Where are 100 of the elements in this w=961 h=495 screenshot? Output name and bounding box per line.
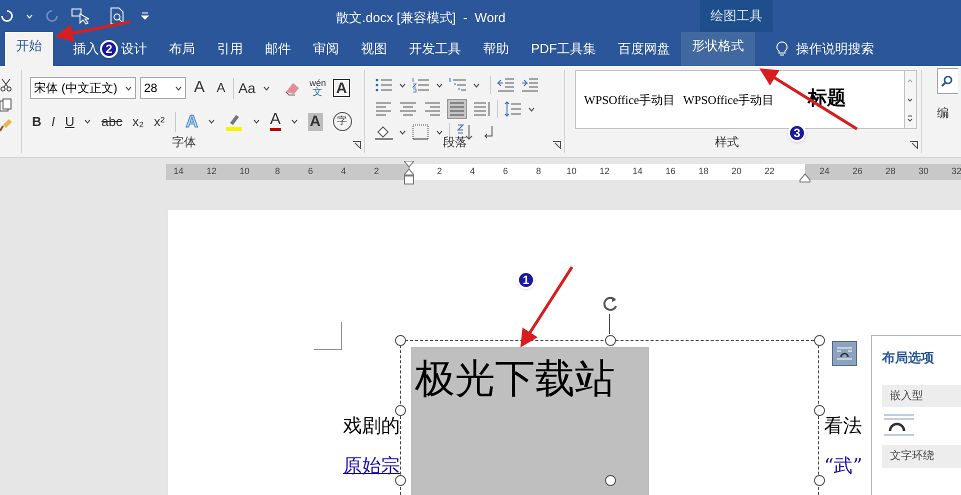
layout-options-button[interactable] <box>832 341 857 366</box>
style-item[interactable]: WPSOffice手动目 <box>584 90 676 108</box>
dropdown-caret-icon[interactable] <box>253 119 260 124</box>
ribbon-tab[interactable]: 邮件 <box>263 37 293 61</box>
text-box[interactable]: 极光下载站 <box>400 340 819 495</box>
ribbon-tab[interactable]: PDF工具集 <box>529 37 598 61</box>
ribbon-tab[interactable]: 设计 <box>119 37 149 61</box>
ribbon-tab[interactable]: 插入 <box>71 37 101 61</box>
dropdown-caret-icon[interactable] <box>473 82 480 88</box>
customize-toolbar-icon[interactable] <box>141 12 149 20</box>
ribbon-tab[interactable]: 开发工具 <box>407 37 463 61</box>
superscript-button[interactable]: x² <box>154 112 165 132</box>
dialog-launcher-icon[interactable] <box>353 141 361 149</box>
ribbon-tab[interactable]: 布局 <box>167 37 197 61</box>
body-text: 戏剧的 <box>343 414 400 439</box>
grow-font-button[interactable]: A <box>190 76 209 100</box>
font-name-combo[interactable]: 宋体 (中文正文) <box>30 77 136 99</box>
group-label: 样式 <box>715 134 739 151</box>
ribbon-tab[interactable]: 百度网盘 <box>616 37 672 61</box>
dropdown-caret-icon[interactable] <box>399 130 406 134</box>
align-center-icon[interactable] <box>399 101 417 117</box>
bold-button[interactable]: B <box>32 112 42 132</box>
dropdown-caret-icon[interactable] <box>208 119 216 124</box>
numbered-list-icon[interactable] <box>412 77 430 93</box>
touch-mode-icon[interactable] <box>71 7 89 25</box>
find-button[interactable] <box>937 68 958 94</box>
copy-icon[interactable] <box>0 98 12 112</box>
ruler-number: 8 <box>534 165 542 178</box>
italic-button[interactable]: I <box>51 112 56 132</box>
right-indent-marker-icon[interactable] <box>799 173 811 183</box>
shading-bucket-icon[interactable] <box>375 124 393 140</box>
indent-marker-icon[interactable] <box>404 161 414 185</box>
ruler-number: 2 <box>436 165 443 178</box>
align-left-icon[interactable] <box>375 101 393 117</box>
borders-icon[interactable] <box>412 124 430 140</box>
undo-icon[interactable] <box>0 9 14 23</box>
tell-me-search[interactable]: 操作说明搜索 <box>796 39 874 59</box>
ruler-number: 26 <box>851 165 864 178</box>
font-color-button[interactable]: A <box>270 112 281 132</box>
ruler-number: 4 <box>340 165 347 178</box>
increase-indent-icon[interactable] <box>521 77 539 93</box>
ruler-number: 4 <box>468 165 476 178</box>
ribbon-tab[interactable]: 审阅 <box>311 37 341 61</box>
ribbon-tab[interactable]: 帮助 <box>481 37 511 61</box>
subscript-button[interactable]: x₂ <box>132 112 144 132</box>
justify-button[interactable] <box>447 99 467 119</box>
group-label: 段落 <box>443 134 467 151</box>
phonetic-guide-button[interactable]: wén 文 <box>306 79 329 97</box>
style-item[interactable]: WPSOffice手动目 <box>683 90 774 108</box>
ruler-number: 14 <box>172 165 184 178</box>
panel-title: 布局选项 <box>882 349 935 367</box>
dropdown-caret-icon[interactable] <box>125 86 132 90</box>
font-size-combo[interactable]: 28 <box>140 77 186 99</box>
ruler-number: 12 <box>598 165 610 178</box>
lightbulb-icon[interactable] <box>776 41 788 57</box>
body-text: 看法 <box>824 414 862 439</box>
shrink-font-button[interactable]: A <box>212 78 230 98</box>
print-preview-icon[interactable] <box>109 7 125 25</box>
dropdown-caret-icon[interactable] <box>528 106 535 112</box>
dialog-launcher-icon[interactable] <box>910 141 918 149</box>
ribbon-tab[interactable]: 开始 <box>5 32 53 66</box>
ribbon-tab[interactable]: 引用 <box>215 37 245 61</box>
line-spacing-icon[interactable] <box>504 101 522 117</box>
dropdown-caret-icon[interactable] <box>399 82 406 88</box>
change-case-button[interactable]: Aa <box>233 78 260 98</box>
ruler-number: 30 <box>917 165 930 178</box>
ruler-number: 22 <box>763 165 776 178</box>
ruler-number: 32 <box>950 165 961 178</box>
section-header: 文字环绕 <box>882 445 961 468</box>
highlight-pen-icon[interactable] <box>225 112 244 131</box>
ribbon-tab[interactable]: 视图 <box>359 37 389 61</box>
dialog-launcher-icon[interactable] <box>553 141 561 149</box>
text-link[interactable]: 原始宗 <box>343 452 400 480</box>
multilevel-list-icon[interactable] <box>449 77 467 93</box>
search-icon <box>941 75 953 87</box>
justify-icon <box>449 101 465 117</box>
ruler-number: 6 <box>306 165 314 178</box>
enclose-characters-button[interactable]: 字 <box>332 112 352 132</box>
dropdown-caret-icon[interactable] <box>263 86 270 90</box>
format-painter-icon[interactable] <box>0 118 12 132</box>
bullet-list-icon[interactable] <box>375 77 393 93</box>
ruler-number: 12 <box>205 165 218 178</box>
strikethrough-button[interactable]: abc <box>101 112 122 132</box>
dropdown-caret-icon[interactable] <box>84 119 92 124</box>
dropdown-caret-icon[interactable] <box>175 86 182 90</box>
window-title: 散文.docx [兼容模式] - Word <box>336 9 506 27</box>
ruler-number: 6 <box>502 165 509 178</box>
align-right-icon[interactable] <box>423 101 441 117</box>
underline-button[interactable]: U <box>65 112 74 132</box>
distributed-icon[interactable] <box>473 101 491 117</box>
editing-button[interactable]: 编 <box>937 104 958 122</box>
ribbon-tab[interactable]: 形状格式 <box>681 32 755 66</box>
character-border-button[interactable]: A <box>332 79 350 97</box>
dropdown-caret-icon[interactable] <box>290 119 298 124</box>
decrease-indent-icon[interactable] <box>497 77 515 93</box>
ruler-number: 10 <box>565 165 578 178</box>
scissors-icon[interactable] <box>0 78 12 92</box>
dropdown-caret-icon[interactable] <box>436 130 443 134</box>
character-shading-button[interactable]: A <box>308 112 323 131</box>
dropdown-caret-icon[interactable] <box>436 82 443 88</box>
